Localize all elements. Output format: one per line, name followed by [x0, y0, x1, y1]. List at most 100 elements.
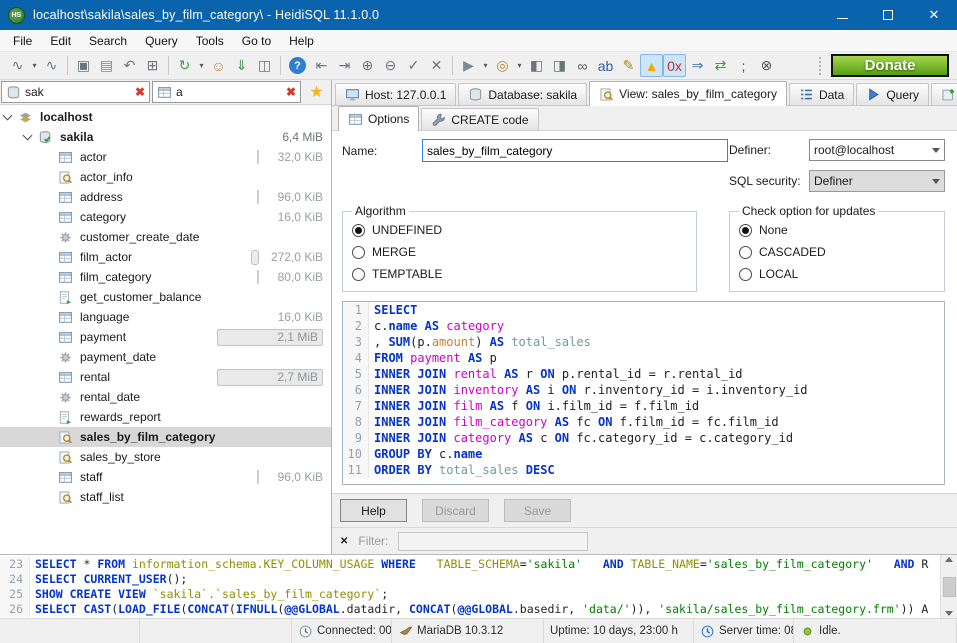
refresh-dropdown[interactable]: ▾ — [196, 54, 207, 77]
insert-row-button[interactable]: ⊕ — [356, 54, 379, 77]
radio-cascaded[interactable]: CASCADED — [739, 241, 935, 263]
minimize-button[interactable] — [819, 0, 865, 30]
tree-item-payment_date[interactable]: payment_date — [0, 347, 331, 367]
delete-row-button[interactable]: ⊖ — [379, 54, 402, 77]
post-changes-button[interactable]: ✓ — [402, 54, 425, 77]
find-replace-button[interactable]: ∞ — [571, 54, 594, 77]
tree-item-film_category[interactable]: film_category80,0 KiB — [0, 267, 331, 287]
log-scrollbar[interactable] — [940, 555, 957, 618]
tab-options[interactable]: Options — [338, 106, 419, 131]
user-manager-button[interactable]: ☺ — [207, 54, 230, 77]
data-filter-input[interactable] — [398, 532, 588, 551]
radio-merge[interactable]: MERGE — [352, 241, 687, 263]
menu-tools[interactable]: Tools — [187, 31, 233, 51]
last-row-button[interactable]: ⇥ — [333, 54, 356, 77]
clear-table-filter-icon[interactable]: ✖ — [135, 85, 145, 99]
tree-item-customer_create_date[interactable]: customer_create_date — [0, 227, 331, 247]
case-toggle-button[interactable]: ab — [594, 54, 617, 77]
reformat-sql-button[interactable]: ✎ — [617, 54, 640, 77]
table-filter-box[interactable]: sak ✖ — [1, 81, 150, 103]
tree-item-rental_date[interactable]: rental_date — [0, 387, 331, 407]
export-database-button[interactable]: ⇓ — [230, 54, 253, 77]
tree-item-sakila[interactable]: sakila6,4 MiB — [0, 127, 331, 147]
tree-item-category[interactable]: category16,0 KiB — [0, 207, 331, 227]
help-button[interactable]: Help — [340, 499, 407, 522]
hex-view-button[interactable]: 0x — [663, 54, 686, 77]
stop-button[interactable]: ⊗ — [755, 54, 778, 77]
favorites-filter-button[interactable]: ★ — [303, 81, 330, 103]
tab-view[interactable]: View: sales_by_film_category — [589, 81, 787, 106]
scroll-up-icon[interactable] — [945, 557, 953, 562]
print-button[interactable]: ⊞ — [141, 54, 164, 77]
tab-database[interactable]: Database: sakila — [458, 83, 587, 105]
menu-query[interactable]: Query — [136, 31, 187, 51]
menu-go-to[interactable]: Go to — [233, 31, 280, 51]
save-sql-as-button[interactable]: ◨ — [548, 54, 571, 77]
load-sql-dropdown[interactable]: ▾ — [514, 54, 525, 77]
tree-item-rental[interactable]: rental2,7 MiB — [0, 367, 331, 387]
tree-item-language[interactable]: language16,0 KiB — [0, 307, 331, 327]
new-connection-button[interactable]: ∿ — [40, 54, 63, 77]
menu-search[interactable]: Search — [80, 31, 136, 51]
cancel-editing-button[interactable]: ✕ — [425, 54, 448, 77]
view-name-input[interactable] — [422, 139, 728, 162]
tree-item-localhost[interactable]: localhost — [0, 107, 331, 127]
copy-button[interactable]: ▣ — [72, 54, 95, 77]
save-sql-button[interactable]: ◧ — [525, 54, 548, 77]
run-query-button[interactable]: ▶ — [457, 54, 480, 77]
scrollbar-thumb[interactable] — [943, 577, 956, 597]
radio-temptable[interactable]: TEMPTABLE — [352, 263, 687, 285]
run-query-dropdown[interactable]: ▾ — [480, 54, 491, 77]
tree-item-get_customer_balance[interactable]: get_customer_balance — [0, 287, 331, 307]
refresh-button[interactable]: ↻ — [173, 54, 196, 77]
tab-create-code[interactable]: CREATE code — [421, 108, 538, 130]
tree-item-sales_by_store[interactable]: sales_by_store — [0, 447, 331, 467]
tab-query[interactable]: Query — [856, 83, 929, 105]
session-manager-button[interactable]: ∿ — [6, 54, 29, 77]
load-sql-file-button[interactable]: ◎ — [491, 54, 514, 77]
first-row-button[interactable]: ⇤ — [310, 54, 333, 77]
scroll-down-icon[interactable] — [945, 611, 953, 616]
save-button[interactable]: Save — [504, 499, 571, 522]
discard-button[interactable]: Discard — [422, 499, 489, 522]
tree-item-rewards_report[interactable]: rewards_report — [0, 407, 331, 427]
menu-edit[interactable]: Edit — [41, 31, 80, 51]
radio-local[interactable]: LOCAL — [739, 263, 935, 285]
save-settings-button[interactable]: ◫ — [253, 54, 276, 77]
close-button[interactable]: ✕ — [911, 0, 957, 30]
clear-column-filter-icon[interactable]: ✖ — [286, 85, 296, 99]
indent-button[interactable]: ⇒ — [686, 54, 709, 77]
sql-editor[interactable]: 1SELECT2c.name AS category3, SUM(p.amoun… — [342, 301, 945, 485]
tree-item-staff[interactable]: staff96,0 KiB — [0, 467, 331, 487]
donate-button[interactable]: Donate — [831, 54, 949, 77]
column-filter-box[interactable]: a ✖ — [152, 81, 301, 103]
tree-item-actor[interactable]: actor32,0 KiB — [0, 147, 331, 167]
database-tree[interactable]: localhostsakila6,4 MiBactor32,0 KiBactor… — [0, 105, 331, 554]
linebreaks-button[interactable]: ⇄ — [709, 54, 732, 77]
tree-item-payment[interactable]: payment2,1 MiB — [0, 327, 331, 347]
radio-undefined[interactable]: UNDEFINED — [352, 219, 687, 241]
paste-button[interactable]: ▤ — [95, 54, 118, 77]
sql-security-select[interactable]: Definer — [809, 170, 945, 192]
tree-item-address[interactable]: address96,0 KiB — [0, 187, 331, 207]
menu-file[interactable]: File — [4, 31, 41, 51]
tab-new-query[interactable] — [931, 83, 957, 105]
tab-host[interactable]: Host: 127.0.0.1 — [335, 83, 456, 105]
tab-data[interactable]: Data — [789, 83, 854, 105]
tree-item-staff_list[interactable]: staff_list — [0, 487, 331, 507]
tree-item-sales_by_film_category[interactable]: sales_by_film_category — [0, 427, 331, 447]
maximize-button[interactable] — [865, 0, 911, 30]
help-button[interactable]: ? — [289, 57, 306, 74]
chevron-expanded-icon[interactable] — [3, 111, 13, 121]
undo-button[interactable]: ↶ — [118, 54, 141, 77]
chevron-expanded-icon[interactable] — [23, 131, 33, 141]
app-icon[interactable]: HS — [8, 7, 25, 24]
query-log[interactable]: 23SELECT * FROM information_schema.KEY_C… — [0, 555, 940, 618]
delimiter-button[interactable]: ; — [732, 54, 755, 77]
blob-as-text-button[interactable]: ▲ — [640, 54, 663, 77]
tree-item-actor_info[interactable]: actor_info — [0, 167, 331, 187]
radio-none[interactable]: None — [739, 219, 935, 241]
session-manager-dropdown[interactable]: ▾ — [29, 54, 40, 77]
menu-help[interactable]: Help — [280, 31, 323, 51]
tree-item-film_actor[interactable]: film_actor272,0 KiB — [0, 247, 331, 267]
